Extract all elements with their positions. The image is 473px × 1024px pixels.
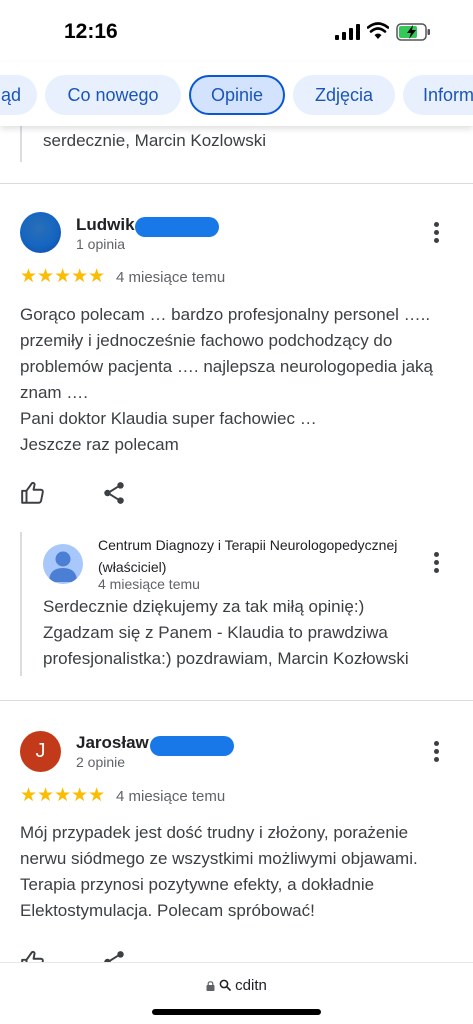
- owner-reply-date: 4 miesiące temu: [98, 576, 200, 592]
- owner-reply-text: Serdecznie dziękujemy za tak miłą opinię…: [43, 594, 463, 672]
- more-vert-icon[interactable]: [426, 741, 446, 765]
- review-text-line: znam ….: [20, 383, 89, 402]
- reply-divider-line: [20, 532, 22, 676]
- status-time: 12:16: [64, 20, 118, 43]
- review-text-line: Terapia przynosi pozytywne efekty, a dok…: [20, 875, 375, 894]
- review-date: 4 miesiące temu: [116, 269, 226, 286]
- review-text-line: przemiły i jednocześnie fachowo podchodz…: [20, 331, 393, 350]
- owner-reply-tail: serdecznie, Marcin Kozlowski: [0, 126, 473, 183]
- more-vert-icon[interactable]: [426, 222, 446, 246]
- status-bar: 12:16: [0, 0, 473, 62]
- tab-overview[interactable]: Przegląd: [0, 75, 37, 115]
- tab-label: Zdjęcia: [314, 85, 374, 105]
- review-card: J Jarosław 2 opinie ★★★★★ 4 miesiące tem…: [0, 701, 473, 973]
- review-count: 1 opinia: [76, 236, 126, 252]
- signal-icon: [335, 24, 360, 40]
- tab-label: Informacje: [423, 85, 473, 105]
- review-card: Ludwik P 1 opinia ★★★★★ 4 miesiące temu …: [0, 184, 473, 700]
- tab-reviews[interactable]: Opinie: [189, 75, 285, 115]
- tab-label: Co nowego: [67, 85, 159, 105]
- more-vert-icon[interactable]: [426, 552, 446, 576]
- tab-about[interactable]: Informacje: [403, 75, 473, 115]
- review-count: 2 opinie: [76, 754, 126, 770]
- battery-charging-icon: [396, 23, 430, 41]
- tab-bar: Przegląd Co nowego Opinie Zdjęcia Inform…: [0, 62, 473, 126]
- review-text-line: problemów pacjenta …. najlepsza neurolog…: [20, 357, 433, 376]
- reply-divider-line: [20, 126, 22, 162]
- tab-photos[interactable]: Zdjęcia: [293, 75, 395, 115]
- review-text-line: Elektostymulacja. Polecam spróbować!: [20, 901, 315, 920]
- owner-avatar: [43, 544, 83, 584]
- owner-reply-line: profesjonalistka:) pozdrawiam, Marcin Ko…: [43, 649, 409, 668]
- review-author[interactable]: Jarosław: [76, 733, 149, 753]
- url-bar[interactable]: cditn: [0, 962, 473, 1024]
- wifi-icon: [367, 22, 389, 39]
- avatar[interactable]: [20, 212, 61, 253]
- star-rating: ★★★★★: [20, 266, 106, 287]
- lock-icon: [206, 981, 215, 991]
- review-text-line: Gorąco polecam … bardzo profesjonalny pe…: [20, 305, 431, 324]
- review-date: 4 miesiące temu: [116, 788, 226, 805]
- person-icon: [49, 551, 77, 582]
- redaction-mark: [135, 217, 219, 237]
- review-text-line: nerwu siódmego ze wszystkimi możliwymi o…: [20, 849, 418, 868]
- owner-name: Centrum Diagnozy i Terapii Neurologopedy…: [98, 537, 398, 575]
- review-text-line: Mój przypadek jest dość trudny i złożony…: [20, 823, 409, 842]
- review-text: Gorąco polecam … bardzo profesjonalny pe…: [20, 302, 460, 458]
- search-icon: [219, 979, 231, 991]
- tab-whats-new[interactable]: Co nowego: [45, 75, 181, 115]
- reply-text: serdecznie, Marcin Kozlowski: [43, 131, 266, 150]
- avatar[interactable]: J: [20, 731, 61, 772]
- review-text-line: Jeszcze raz polecam: [20, 435, 179, 454]
- star-rating: ★★★★★: [20, 785, 106, 806]
- owner-reply-line: Zgadzam się z Panem - Klaudia to prawdzi…: [43, 623, 388, 642]
- review-text-line: Pani doktor Klaudia super fachowiec …: [20, 409, 317, 428]
- thumb-up-icon[interactable]: [20, 480, 46, 506]
- tab-label: Opinie: [210, 85, 264, 105]
- owner-reply-line: Serdecznie dziękujemy za tak miłą opinię…: [43, 597, 365, 616]
- url-field[interactable]: cditn: [0, 977, 473, 994]
- review-text: Mój przypadek jest dość trudny i złożony…: [20, 820, 460, 924]
- tab-label: Przegląd: [0, 85, 21, 105]
- home-indicator: [152, 1009, 321, 1015]
- redaction-mark: [150, 736, 234, 756]
- share-icon[interactable]: [101, 480, 127, 506]
- url-text: cditn: [235, 977, 267, 994]
